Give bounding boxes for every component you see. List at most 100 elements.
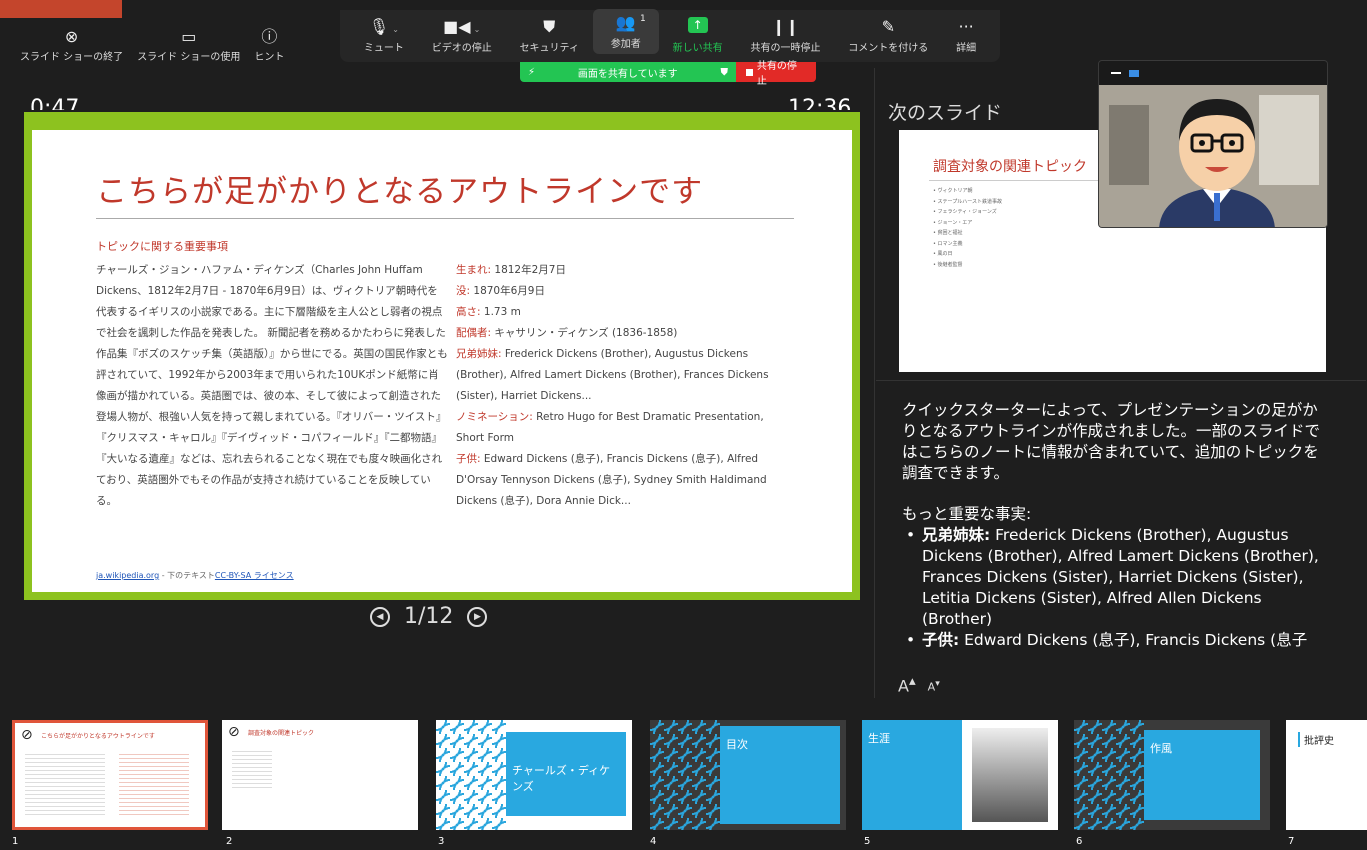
hidden-slide-icon: ⊘ xyxy=(21,727,33,743)
close-circle-icon: ⊗ xyxy=(64,27,79,46)
minimize-icon[interactable] xyxy=(1111,72,1121,74)
slide-thumbnail-strip: ⊘ こちらが足がかりとなるアウトラインです 1 ⊘ 調査対象の関連トピック 2 … xyxy=(0,716,1367,850)
more-button[interactable]: ··· 詳細 xyxy=(942,17,990,54)
thumbnail-slide-6[interactable]: 作風 xyxy=(1074,720,1270,830)
stop-share-button[interactable]: 共有の停止 xyxy=(736,61,816,87)
shield-check-icon: ⛊ xyxy=(720,66,728,78)
next-slide-list: • ヴィクトリア朝 • ステープルハースト鉄道事故 • フェラシティ・ジョーンズ… xyxy=(933,186,1002,270)
current-slide: こちらが足がかりとなるアウトラインです トピックに関する重要事項 チャールズ・ジ… xyxy=(32,130,852,592)
use-slideshow-button[interactable]: ▭ スライド ショーの使用 xyxy=(137,27,240,64)
sharing-status-bar: ⚡ 画面を共有しています ⛊ 共有の停止 xyxy=(520,61,816,87)
list-item: • 風の日 xyxy=(933,251,953,257)
zoom-presenter-window: ⊗ スライド ショーの終了 ▭ スライド ショーの使用 ⓘ ヒント 🎙 ⌄ ミュー… xyxy=(0,0,1367,850)
slide-facts: 生まれ: 1812年2月7日 没: 1870年6月9日 高さ: 1.73 m 配… xyxy=(456,260,786,512)
thumbnail-slide-4[interactable]: 目次 xyxy=(650,720,846,830)
fact-row: 配偶者: キャサリン・ディケンズ (1836-1858) xyxy=(456,327,678,339)
slide-source: ja.wikipedia.org - 下のテキストCC-BY-SA ライセンス xyxy=(96,571,294,580)
list-item: • フェラシティ・ジョーンズ xyxy=(933,209,997,215)
sharing-status-text: 画面を共有しています xyxy=(577,68,678,80)
elapsed-timer: 0:47 xyxy=(30,96,80,110)
next-slide-icon[interactable]: ▶ xyxy=(467,606,488,627)
signal-icon: ⚡ xyxy=(528,66,536,78)
security-button[interactable]: ⛊ セキュリティ xyxy=(506,17,593,54)
stop-video-button[interactable]: ■◀ ⌄ ビデオの停止 xyxy=(418,17,506,54)
fact-row: 兄弟姉妹: Frederick Dickens (Brother), Augus… xyxy=(456,348,769,402)
new-share-button[interactable]: ↑ 新しい共有 xyxy=(659,17,737,54)
self-video-window[interactable] xyxy=(1098,60,1328,228)
sharing-indicator: ⚡ 画面を共有しています ⛊ xyxy=(520,62,736,82)
chevron-down-icon[interactable]: ⌄ xyxy=(392,25,399,34)
shared-screen-border: こちらが足がかりとなるアウトラインです トピックに関する重要事項 チャールズ・ジ… xyxy=(24,112,860,600)
next-slide-label: 次のスライド xyxy=(888,102,1003,124)
hint-button[interactable]: ⓘ ヒント xyxy=(254,27,284,64)
source-link[interactable]: ja.wikipedia.org xyxy=(96,571,159,580)
fact-row: ノミネーション: Retro Hugo for Best Dramatic Pr… xyxy=(456,411,764,444)
speaker-notes: クイックスターターによって、プレゼンテーションの足がかりとなるアウトラインが作成… xyxy=(902,400,1332,662)
next-slide-title: 調査対象の関連トピック xyxy=(933,159,1087,175)
pattern-graphic xyxy=(1074,720,1144,830)
pattern-graphic xyxy=(650,720,720,830)
share-arrow-icon: ↑ xyxy=(687,17,708,33)
shield-icon: ⛊ xyxy=(543,17,556,36)
illustration-image xyxy=(972,728,1048,822)
list-item: • ロマン主義 xyxy=(933,240,963,247)
slide-pager: ◀ 1/12 ▶ xyxy=(370,604,488,629)
thumbnail-slide-5[interactable]: 生涯 xyxy=(862,720,1058,830)
fact-row: 高さ: 1.73 m xyxy=(456,306,521,318)
presenter-accent-bar xyxy=(0,0,122,18)
list-item: • ステープルハースト鉄道事故 xyxy=(933,198,1002,205)
decrease-font-button[interactable]: A▾ xyxy=(928,678,940,695)
slide-body-text: チャールズ・ジョン・ハファム・ディケンズ（Charles John Huffam… xyxy=(96,264,448,507)
participants-button[interactable]: 👥 1 参加者 xyxy=(592,9,659,54)
info-icon: ⓘ xyxy=(261,27,278,46)
notes-divider xyxy=(876,380,1366,381)
fact-row: 子供: Edward Dickens (息子), Francis Dickens… xyxy=(456,453,767,507)
list-item: • ヴィクトリア朝 xyxy=(933,188,973,194)
thumbnail-number: 1 xyxy=(12,836,19,847)
more-dots-icon: ··· xyxy=(958,17,974,36)
thumbnail-number: 6 xyxy=(1076,836,1083,847)
thumbnail-slide-3[interactable]: チャールズ・ディケンズ xyxy=(436,720,632,830)
meeting-toolbar: 🎙 ⌄ ミュート ■◀ ⌄ ビデオの停止 ⛊ セキュリティ 👥 1 参加者 ↑ 新しい… xyxy=(340,9,1000,62)
thumbnail-number: 5 xyxy=(864,836,871,847)
thumbnail-slide-7[interactable]: 批評史 xyxy=(1286,720,1367,830)
list-item: 子供: Edward Dickens (息子), Francis Dickens… xyxy=(902,630,1332,651)
previous-slide-icon[interactable]: ◀ xyxy=(370,606,390,627)
display-icon: ▭ xyxy=(181,27,197,46)
hidden-slide-icon: ⊘ xyxy=(228,724,240,740)
thumbnail-slide-1[interactable]: ⊘ こちらが足がかりとなるアウトラインです xyxy=(12,720,208,830)
list-item: • 後継者監督 xyxy=(933,261,963,268)
fact-row: 没: 1870年6月9日 xyxy=(456,285,545,297)
maximize-icon[interactable] xyxy=(1129,69,1139,77)
notes-font-controls: A▴ A▾ xyxy=(898,674,940,695)
page-indicator: 1/12 xyxy=(404,604,454,629)
mute-button[interactable]: 🎙 ⌄ ミュート xyxy=(350,17,418,54)
pause-share-button[interactable]: ❙❙ 共有の一時停止 xyxy=(737,17,835,54)
slide-divider xyxy=(96,218,794,219)
panel-divider xyxy=(874,68,875,698)
list-item: • 貧困と福祉 xyxy=(933,230,963,236)
list-item: 兄弟姉妹: Frederick Dickens (Brother), Augus… xyxy=(902,525,1332,630)
increase-font-button[interactable]: A▴ xyxy=(898,674,916,695)
thumbnail-text-lines xyxy=(119,751,189,815)
thumbnail-number: 7 xyxy=(1288,836,1295,847)
thumbnail-number: 3 xyxy=(438,836,445,847)
avatar xyxy=(1099,85,1327,227)
video-window-bar xyxy=(1099,61,1327,85)
end-slideshow-button[interactable]: ⊗ スライド ショーの終了 xyxy=(20,27,123,64)
pencil-icon: ✎ xyxy=(881,17,895,36)
pattern-graphic xyxy=(436,720,506,830)
video-feed xyxy=(1099,85,1327,227)
list-item: • ジョーン・エア xyxy=(933,219,973,226)
annotate-button[interactable]: ✎ コメントを付ける xyxy=(834,17,942,54)
thumbnail-slide-2[interactable]: ⊘ 調査対象の関連トピック xyxy=(222,720,418,830)
license-link[interactable]: CC-BY-SA ライセンス xyxy=(215,571,294,580)
participants-icon: 👥 1 xyxy=(615,13,646,32)
chevron-down-icon[interactable]: ⌄ xyxy=(474,25,481,34)
thumbnail-number: 2 xyxy=(226,836,233,847)
fact-row: 生まれ: 1812年2月7日 xyxy=(456,264,566,276)
video-camera-icon: ■◀ ⌄ xyxy=(443,17,481,36)
stop-square-icon xyxy=(746,68,753,76)
slide-subtitle: トピックに関する重要事項 xyxy=(96,240,228,253)
microphone-icon: 🎙 ⌄ xyxy=(368,17,399,36)
